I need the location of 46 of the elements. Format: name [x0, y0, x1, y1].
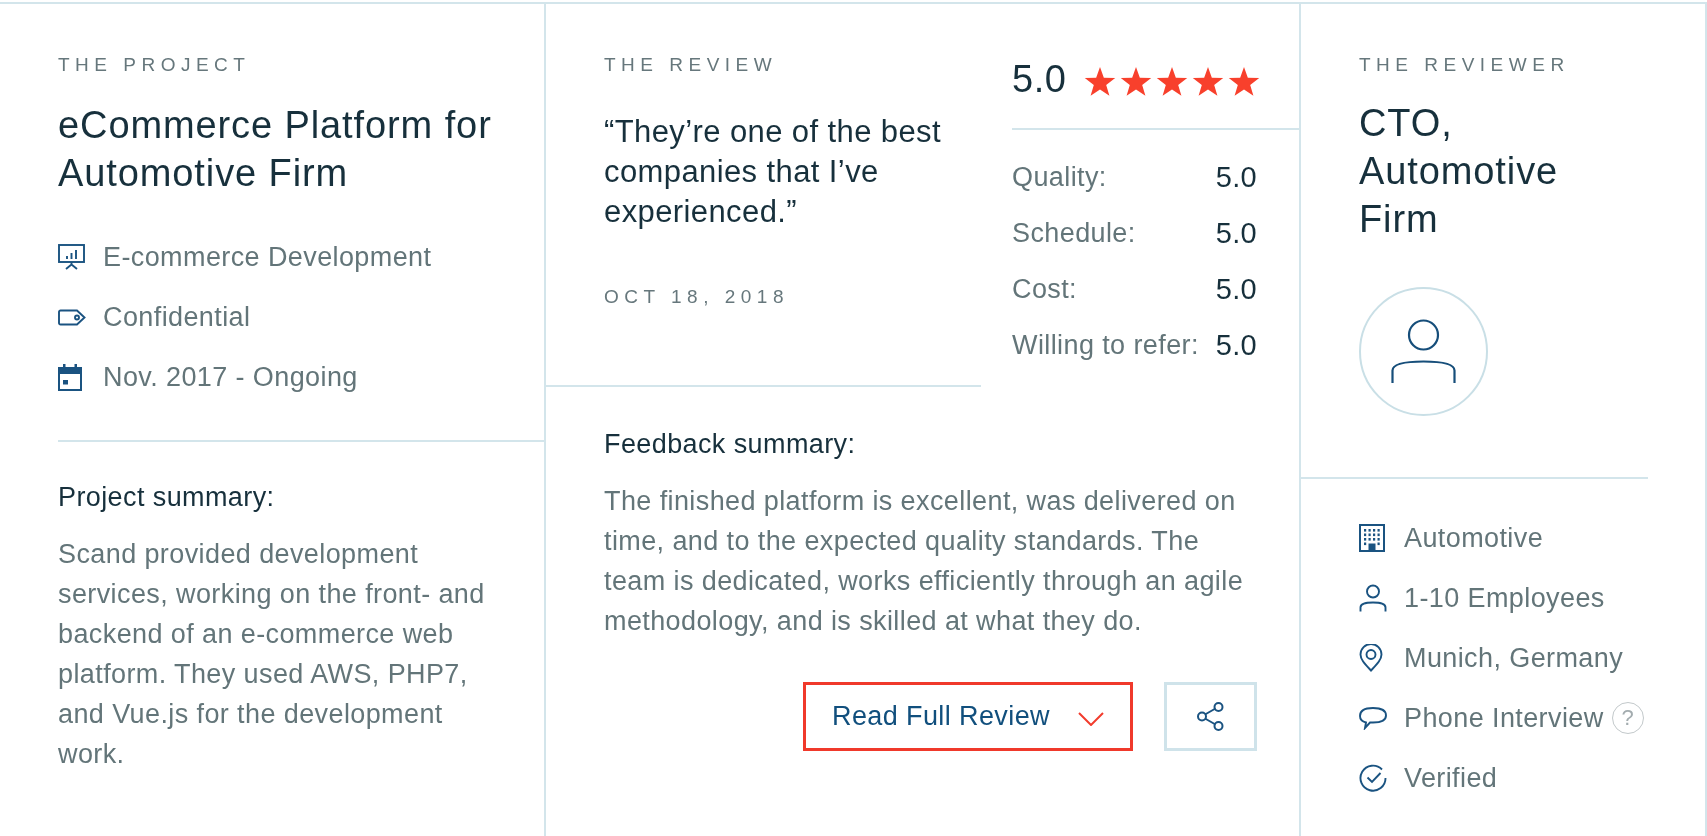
presentation-board-icon [58, 244, 85, 270]
star-icon [1156, 65, 1189, 97]
section-heading: THE REVIEWER [1359, 54, 1570, 76]
rating-label: Willing to refer: [1012, 329, 1199, 361]
reviewer-title: CTO, Automotive Firm [1359, 101, 1560, 242]
location-pin-icon [1359, 644, 1383, 672]
rating-value: 5.0 [1215, 272, 1257, 306]
read-full-review-button[interactable]: Read Full Review [803, 682, 1133, 751]
feedback-summary-text: The finished platform is excellent, was delivered on time, and to the expected quality standards. The team is dedicated, works efficiently through an agile methodology, and is skilled at what they do. [604, 485, 1245, 638]
rating-label: Quality: [1012, 161, 1107, 193]
overall-rating: 5.0 [1012, 57, 1067, 102]
rating-label: Cost: [1012, 273, 1078, 305]
project-detail-text: Confidential [103, 301, 251, 334]
summary-heading: Project summary: [58, 481, 275, 514]
tag-icon [58, 308, 86, 326]
reviewer-detail-text: Phone Interview [1404, 702, 1604, 735]
share-button[interactable] [1164, 682, 1257, 751]
rating-value: 5.0 [1215, 160, 1257, 194]
section-heading: THE REVIEW [604, 54, 778, 76]
reviewer-detail-text: Munich, Germany [1404, 642, 1624, 675]
rating-value: 5.0 [1215, 328, 1257, 362]
star-icon [1228, 65, 1261, 97]
person-icon [1359, 584, 1387, 612]
reviewer-detail-text: Automotive [1404, 522, 1544, 555]
section-heading: THE PROJECT [58, 54, 251, 76]
review-quote: “They’re one of the best companies that I’ve experienced.” [604, 113, 942, 231]
project-title: eCommerce Platform for Automotive Firm [58, 103, 493, 196]
reviewer-detail-text: 1-10 Employees [1404, 582, 1605, 615]
avatar-icon [1359, 287, 1488, 416]
feedback-heading: Feedback summary: [604, 428, 856, 461]
star-icon [1084, 65, 1117, 97]
review-date: OCT 18, 2018 [604, 286, 789, 308]
chevron-down-icon [1078, 711, 1104, 726]
rating-value: 5.0 [1215, 216, 1257, 250]
share-icon [1197, 702, 1224, 731]
check-circle-icon [1359, 764, 1387, 792]
project-detail-text: Nov. 2017 - Ongoing [103, 361, 358, 394]
star-icon [1192, 65, 1225, 97]
speech-bubble-icon [1359, 706, 1387, 730]
building-icon [1359, 524, 1385, 552]
star-icon [1120, 65, 1153, 97]
rating-label: Schedule: [1012, 217, 1136, 249]
project-detail-text: E-commerce Development [103, 241, 432, 274]
project-summary-text: Scand provided development services, working on the front- and backend of an e-commerce web platform. They used AWS, PHP7, and Vue.js for the development work. [58, 538, 486, 771]
calendar-icon [58, 363, 82, 391]
reviewer-detail-text: Verified [1404, 762, 1498, 795]
